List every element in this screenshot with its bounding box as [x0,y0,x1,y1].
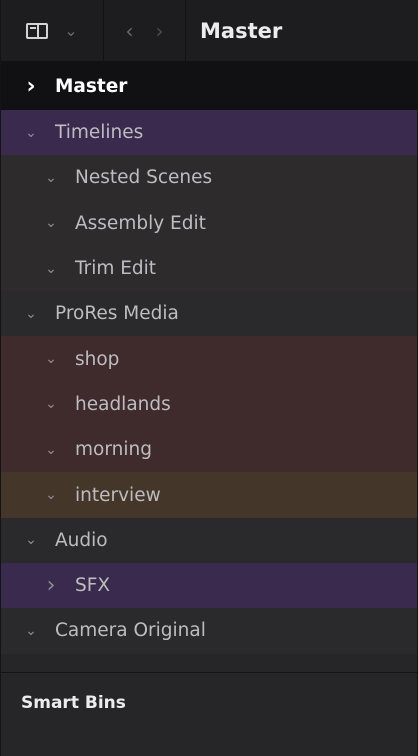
bin-row[interactable]: ⌄ Timelines [1,110,417,156]
bin-label: Assembly Edit [75,212,206,234]
bin-tree: › Master ⌄ Timelines ⌄ Nested Scenes ⌄ Assembly… [1,62,417,654]
bin-label: SFX [75,575,111,597]
bin-row[interactable]: ⌄ Camera Original [1,608,417,654]
sidebar-icon[interactable] [26,22,49,39]
chevron-right-icon[interactable]: › [21,74,41,99]
chevron-down-icon[interactable]: ⌄ [21,306,41,322]
back-button[interactable]: ‹ [126,21,134,41]
bin-navigation: ‹ › [104,0,186,62]
bin-label: interview [75,484,161,506]
bin-label: headlands [75,393,171,415]
current-bin-path: Master [186,0,418,62]
bin-label: Audio [55,529,108,551]
bin-list-header: ⌄ ‹ › Master [1,0,418,62]
smart-bins-section: Smart Bins [1,672,417,756]
bin-label: Camera Original [55,620,206,642]
bin-row[interactable]: ⌄ shop [1,336,417,382]
bin-label: Timelines [55,122,144,144]
bin-row[interactable]: ⌄ Assembly Edit [1,200,417,246]
bin-row[interactable]: ⌄ Audio [1,517,417,563]
bin-row[interactable]: › Master [1,62,417,110]
bin-row[interactable]: ⌄ interview [1,472,417,518]
bin-row[interactable]: ⌄ Trim Edit [1,245,417,292]
chevron-down-icon[interactable]: ⌄ [41,170,61,186]
bin-row[interactable]: ⌄ morning [1,427,417,473]
bin-panel: ⌄ ‹ › Master › Master ⌄ Timelines ⌄ Nested Sc… [0,0,418,756]
bin-row[interactable]: ⌄ ProRes Media [1,291,417,337]
bin-label: shop [75,348,120,370]
chevron-down-icon[interactable]: ⌄ [64,22,77,39]
chevron-down-icon[interactable]: ⌄ [21,623,41,639]
chevron-down-icon[interactable]: ⌄ [41,261,61,277]
current-bin-title: Master [200,18,283,43]
chevron-down-icon[interactable]: ⌄ [21,125,41,141]
bin-label: Nested Scenes [75,167,213,189]
bin-label: ProRes Media [55,303,179,325]
bin-label: Master [55,75,128,97]
bin-row[interactable]: › SFX [1,562,417,609]
bin-row[interactable]: ⌄ headlands [1,381,417,428]
chevron-down-icon[interactable]: ⌄ [41,396,61,412]
smart-bins-label[interactable]: Smart Bins [21,693,126,713]
chevron-down-icon[interactable]: ⌄ [41,215,61,231]
bin-row[interactable]: ⌄ Nested Scenes [1,155,417,201]
chevron-down-icon[interactable]: ⌄ [41,351,61,367]
chevron-down-icon[interactable]: ⌄ [41,442,61,458]
view-toggle-button[interactable]: ⌄ [1,0,104,62]
chevron-down-icon[interactable]: ⌄ [41,487,61,503]
bin-label: Trim Edit [75,258,157,280]
bin-label: morning [75,439,152,461]
forward-button[interactable]: › [156,21,164,41]
chevron-down-icon[interactable]: ⌄ [21,532,41,548]
chevron-right-icon[interactable]: › [41,573,61,598]
